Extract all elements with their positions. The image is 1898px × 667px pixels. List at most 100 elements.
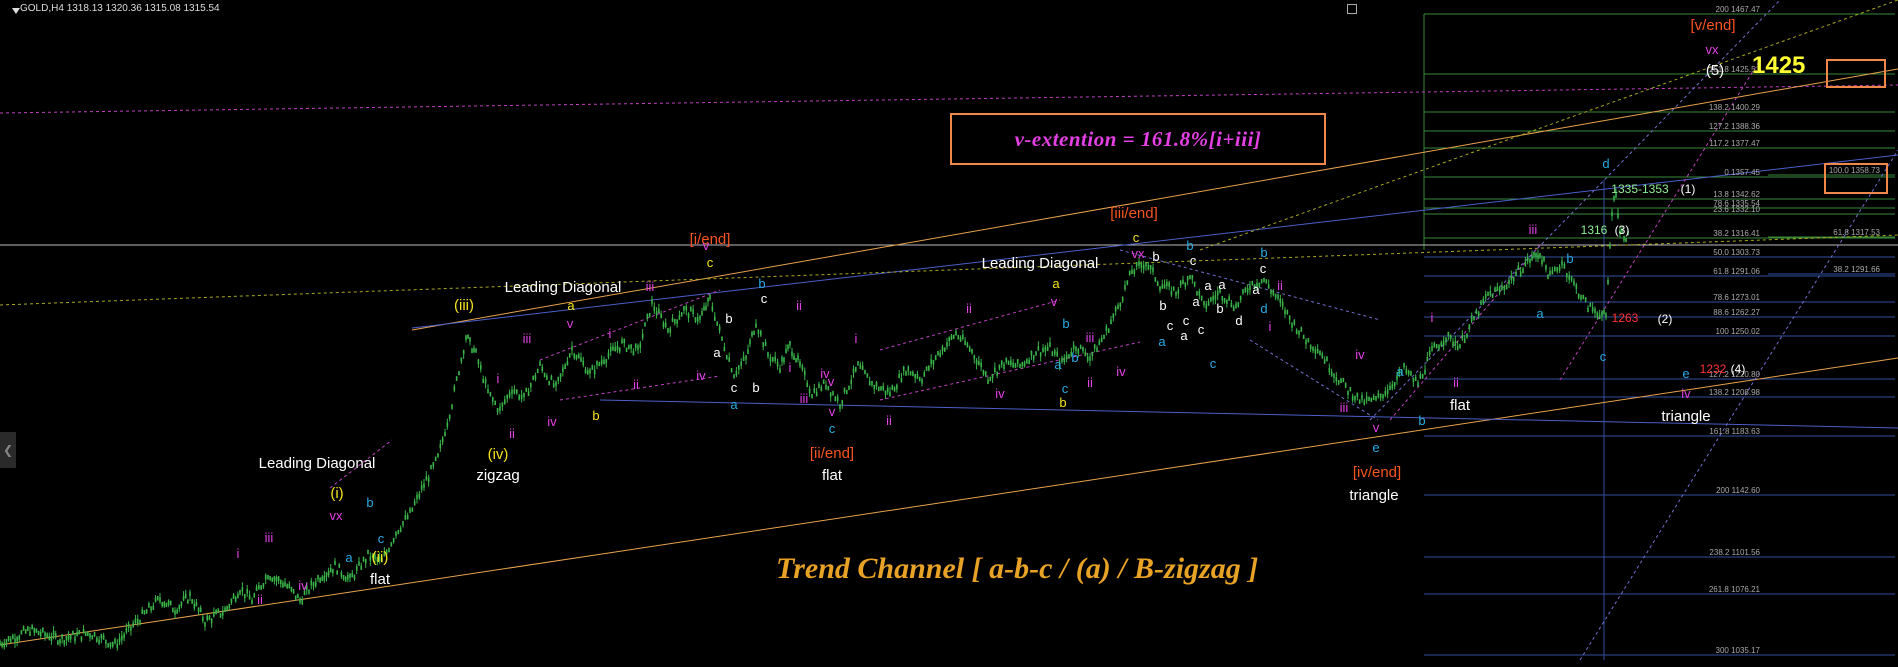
fib-level-label: 50.0 1303.73 [1713, 248, 1760, 257]
candle-body [182, 595, 185, 601]
candle-body [1522, 268, 1524, 273]
candle-body [1293, 320, 1296, 325]
candle-body [701, 311, 703, 316]
candle-body [462, 349, 465, 355]
candle-body [575, 354, 578, 360]
candle-body [1100, 337, 1103, 343]
candle-body [948, 336, 951, 341]
candle-body [1547, 274, 1549, 279]
candle-body [1265, 279, 1268, 284]
candle-body [1110, 319, 1112, 325]
wave-label: (iv) [488, 446, 509, 463]
wave-label: b [1566, 251, 1573, 266]
candle-body [555, 381, 557, 387]
candle-body [1032, 355, 1035, 360]
wave-label: c [829, 421, 836, 436]
candle-body [360, 565, 363, 570]
candle-body [1484, 294, 1487, 299]
candle-body [664, 322, 667, 328]
candle-body [1356, 392, 1359, 397]
candle-body [413, 501, 416, 506]
candle-body [1154, 277, 1157, 282]
candle-body [1049, 342, 1051, 347]
candle-body [1096, 347, 1098, 353]
candle-body [1302, 334, 1305, 340]
candle-body [1487, 291, 1489, 297]
wave-label: i [1431, 310, 1434, 325]
candle-body [286, 584, 288, 589]
candle-body [284, 582, 286, 587]
candle-body [605, 358, 608, 364]
candle-body [156, 595, 159, 601]
chevron-down-icon[interactable] [12, 8, 20, 14]
candle-body [789, 340, 791, 346]
candle-body [1124, 284, 1126, 290]
candle-body [753, 330, 755, 336]
candle-body [176, 609, 178, 614]
candle-body [791, 351, 793, 357]
candle-body [530, 382, 532, 388]
candle-body [460, 357, 463, 362]
wave-label: c [1133, 230, 1140, 245]
candle-body [1601, 311, 1603, 317]
candle-body [596, 361, 598, 366]
candle-body [1295, 329, 1298, 335]
candle-body [1389, 385, 1391, 391]
wave-label: zigzag [476, 467, 519, 484]
candle-body [1298, 330, 1300, 335]
candle-body [1152, 267, 1154, 272]
candle-body [1072, 344, 1075, 350]
candle-body [1046, 346, 1049, 351]
symbol-label: GOLD,H4 [20, 3, 64, 14]
candle-body [1505, 285, 1508, 290]
candle-body [848, 385, 850, 390]
candle-body [141, 609, 144, 614]
candle-body [1611, 211, 1613, 217]
candle-body [562, 367, 564, 372]
candle-body [1354, 396, 1356, 401]
candle-body [244, 594, 246, 599]
candle-body [943, 347, 946, 352]
candle-body [1347, 390, 1349, 396]
candle-body [1454, 340, 1457, 346]
candle-body [1147, 264, 1150, 270]
candle-body [1539, 253, 1541, 258]
candle-body [1617, 213, 1619, 218]
candle-body [1200, 295, 1203, 301]
candle-body [1274, 293, 1277, 299]
candle-body [430, 464, 432, 470]
candle-body [347, 574, 349, 580]
candle-body [165, 602, 168, 608]
candle-body [1426, 357, 1429, 362]
candle-body [1370, 397, 1373, 403]
candle-body [589, 369, 591, 374]
candle-body [1000, 360, 1003, 365]
candle-body [733, 374, 735, 379]
candle-body [520, 394, 523, 400]
candle-body [1519, 271, 1522, 276]
candle-body [1349, 386, 1352, 392]
candle-body [850, 379, 853, 385]
fib-level-label: 238.2 1101.56 [1709, 548, 1760, 557]
candle-body [397, 529, 400, 535]
candle-body [952, 334, 955, 340]
wave-label: iii [265, 530, 274, 545]
wave-label: Leading Diagonal [982, 255, 1099, 272]
candle-body [150, 606, 152, 611]
candle-body [63, 640, 66, 645]
trend-line [0, 84, 1898, 114]
candle-body [20, 630, 23, 635]
scroll-left-button[interactable]: ❮ [0, 432, 16, 468]
candle-body [1330, 371, 1333, 377]
candle-body [418, 493, 421, 499]
candle-body [694, 317, 697, 322]
fib-level-label: 138.2 1400.29 [1709, 103, 1761, 112]
candle-body [312, 582, 315, 587]
window-button[interactable] [1347, 4, 1357, 14]
candle-body [169, 600, 172, 605]
candle-body [1607, 279, 1609, 285]
candle-body [136, 618, 139, 624]
candle-body [473, 347, 475, 353]
candle-body [1030, 350, 1033, 356]
candle-body [226, 605, 228, 611]
